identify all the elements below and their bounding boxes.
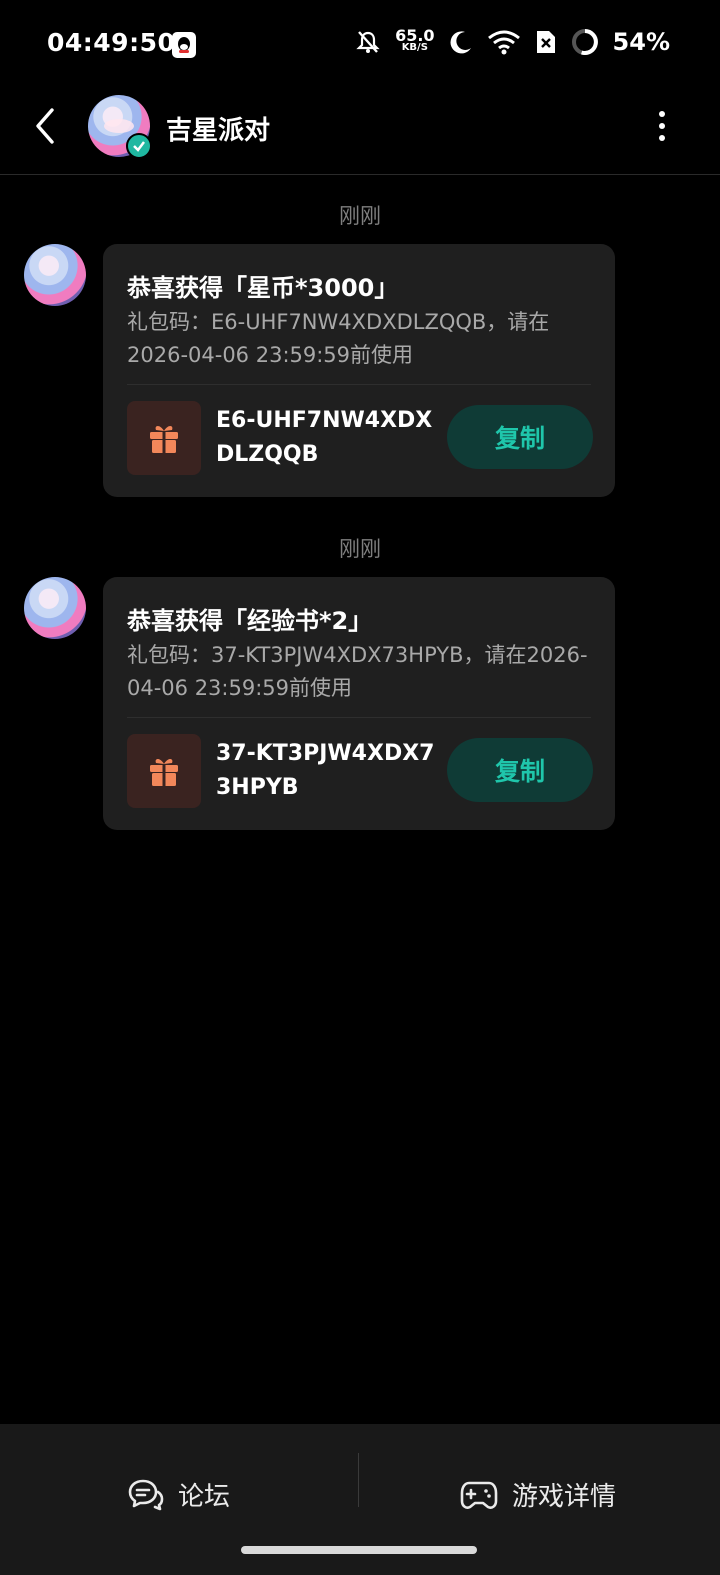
forum-tab[interactable]: 论坛	[128, 1476, 230, 1513]
home-indicator[interactable]	[241, 1546, 477, 1554]
back-arrow-icon[interactable]	[30, 106, 64, 146]
gamepad-icon	[460, 1481, 498, 1509]
gift-title: 恭喜获得「经验书*2」	[127, 607, 373, 635]
gift-icon	[150, 426, 178, 453]
chat-header: 吉星派对	[0, 88, 720, 175]
status-bar: 04:49:50 65.0 KB/S 54%	[0, 0, 720, 88]
wifi-icon	[487, 30, 520, 55]
gift-icon-box	[127, 734, 201, 808]
battery-percent: 54%	[612, 28, 670, 56]
message-timestamp: 刚刚	[339, 537, 381, 561]
game-details-label: 游戏详情	[512, 1482, 617, 1512]
gift-code: 37-KT3PJW4XDX73HPYB	[216, 741, 435, 800]
verified-badge-icon	[126, 133, 152, 159]
forum-chat-icon	[128, 1479, 164, 1510]
forum-label: 论坛	[178, 1482, 231, 1512]
battery-ring-icon	[571, 29, 598, 55]
copy-button[interactable]: 复制	[447, 738, 593, 802]
sim-off-icon	[536, 31, 555, 53]
copy-button[interactable]: 复制	[447, 405, 593, 469]
qq-notification-icon	[172, 32, 196, 58]
card-divider	[127, 384, 591, 385]
gift-icon-box	[127, 401, 201, 475]
more-menu-icon[interactable]	[656, 110, 668, 142]
message-timestamp: 刚刚	[339, 204, 381, 228]
moon-icon	[450, 31, 471, 54]
header-avatar[interactable]	[88, 95, 152, 159]
status-time: 04:49:50	[47, 28, 176, 57]
sender-avatar[interactable]	[24, 244, 86, 306]
gift-message-card: 恭喜获得「经验书*2」 礼包码：37-KT3PJW4XDX73HPYB，请在20…	[103, 577, 615, 830]
card-divider	[127, 717, 591, 718]
status-icons: 65.0 KB/S 54%	[355, 28, 670, 56]
game-details-tab[interactable]: 游戏详情	[460, 1476, 616, 1513]
chat-title[interactable]: 吉星派对	[166, 110, 270, 147]
gift-code: E6-UHF7NW4XDXDLZQQB	[216, 408, 433, 467]
gift-title: 恭喜获得「星币*3000」	[127, 274, 399, 302]
tab-separator	[358, 1453, 359, 1507]
net-speed-unit: KB/S	[401, 42, 428, 53]
gift-message-card: 恭喜获得「星币*3000」 礼包码：E6-UHF7NW4XDXDLZQQB，请在…	[103, 244, 615, 497]
gift-icon	[150, 759, 178, 786]
gift-description: 礼包码：37-KT3PJW4XDX73HPYB，请在2026-04-06 23:…	[127, 643, 588, 700]
mute-icon	[356, 31, 380, 53]
sender-avatar[interactable]	[24, 577, 86, 639]
net-speed: 65.0 KB/S	[395, 26, 435, 54]
gift-description: 礼包码：E6-UHF7NW4XDXDLZQQB，请在2026-04-06 23:…	[127, 310, 550, 367]
net-speed-value: 65.0	[395, 26, 435, 45]
